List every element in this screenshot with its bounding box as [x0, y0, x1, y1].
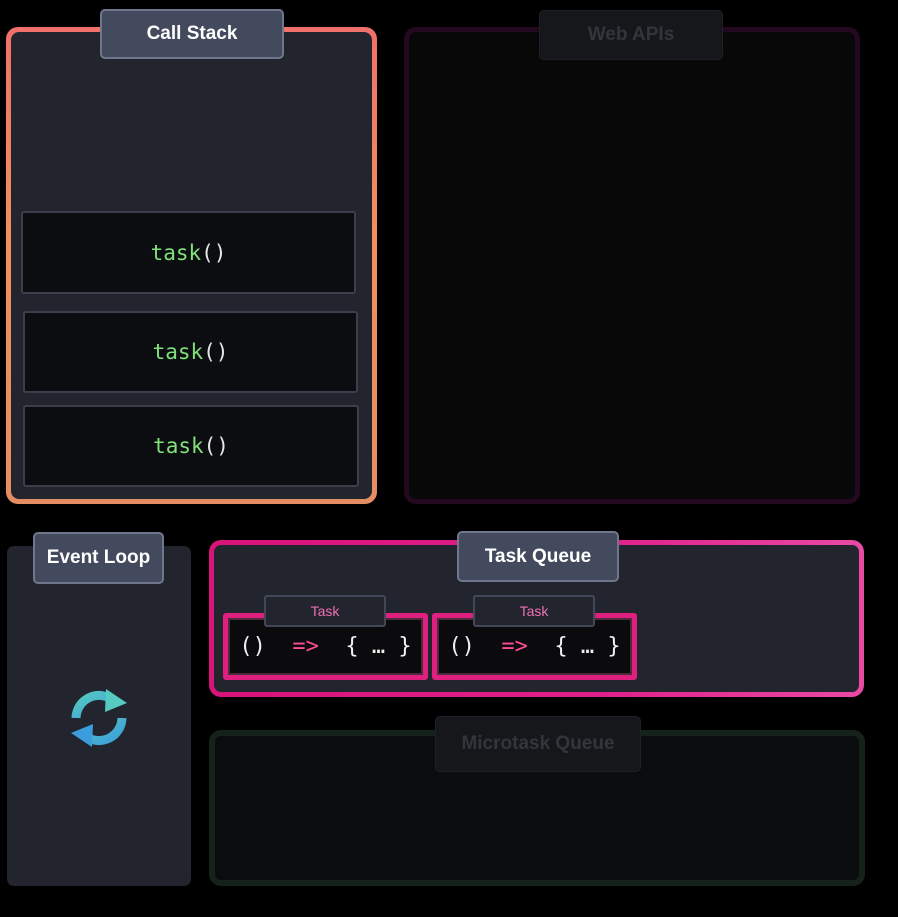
task-label: Task [473, 595, 595, 627]
callback-params: () [239, 634, 266, 659]
stack-frame: task() [23, 405, 359, 487]
event-loop-panel [7, 546, 191, 886]
task-label: Task [264, 595, 386, 627]
call-stack-body: task() task() task() [11, 32, 372, 499]
refresh-cycle-icon [71, 689, 127, 747]
function-name: task [153, 434, 204, 458]
callback-body: { … } [554, 634, 621, 659]
web-apis-title: Web APIs [539, 10, 723, 60]
stack-frame: task() [23, 311, 358, 393]
function-parens: () [201, 240, 227, 265]
callback-params: () [448, 634, 475, 659]
callback-body: { … } [345, 634, 412, 659]
task-queue-title: Task Queue [457, 531, 619, 582]
function-parens: () [203, 434, 229, 458]
function-parens: () [203, 340, 229, 364]
function-name: task [150, 240, 202, 265]
callback-arrow: => [501, 634, 528, 659]
function-name: task [152, 340, 204, 364]
callback-arrow: => [292, 634, 319, 659]
stack-frame: task() [21, 211, 356, 294]
microtask-queue-title: Microtask Queue [435, 716, 641, 772]
call-stack-panel: task() task() task() [6, 27, 377, 504]
event-loop-title: Event Loop [33, 532, 164, 584]
web-apis-panel [404, 27, 860, 504]
call-stack-title: Call Stack [100, 9, 284, 59]
